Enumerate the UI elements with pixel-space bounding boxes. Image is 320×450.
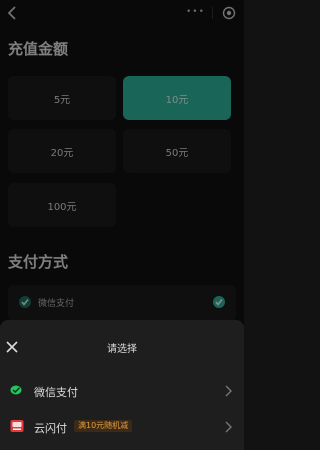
option-label: 云闪付: [34, 422, 67, 435]
discount-badge: 满10元随机减: [74, 420, 133, 432]
sheet-title: 请选择: [107, 344, 137, 355]
payment-select-sheet: 请选择 微信支付 云闪付 满10元随机减: [0, 320, 244, 450]
option-unionpay[interactable]: 云闪付 满10元随机减: [0, 412, 244, 442]
unionpay-cloud-icon: [10, 420, 24, 432]
chevron-right-icon: [225, 421, 232, 433]
wechat-pay-icon: [10, 385, 22, 395]
chevron-right-icon: [225, 385, 232, 397]
option-wechat-pay[interactable]: 微信支付: [0, 376, 244, 406]
option-label: 微信支付: [34, 386, 78, 399]
